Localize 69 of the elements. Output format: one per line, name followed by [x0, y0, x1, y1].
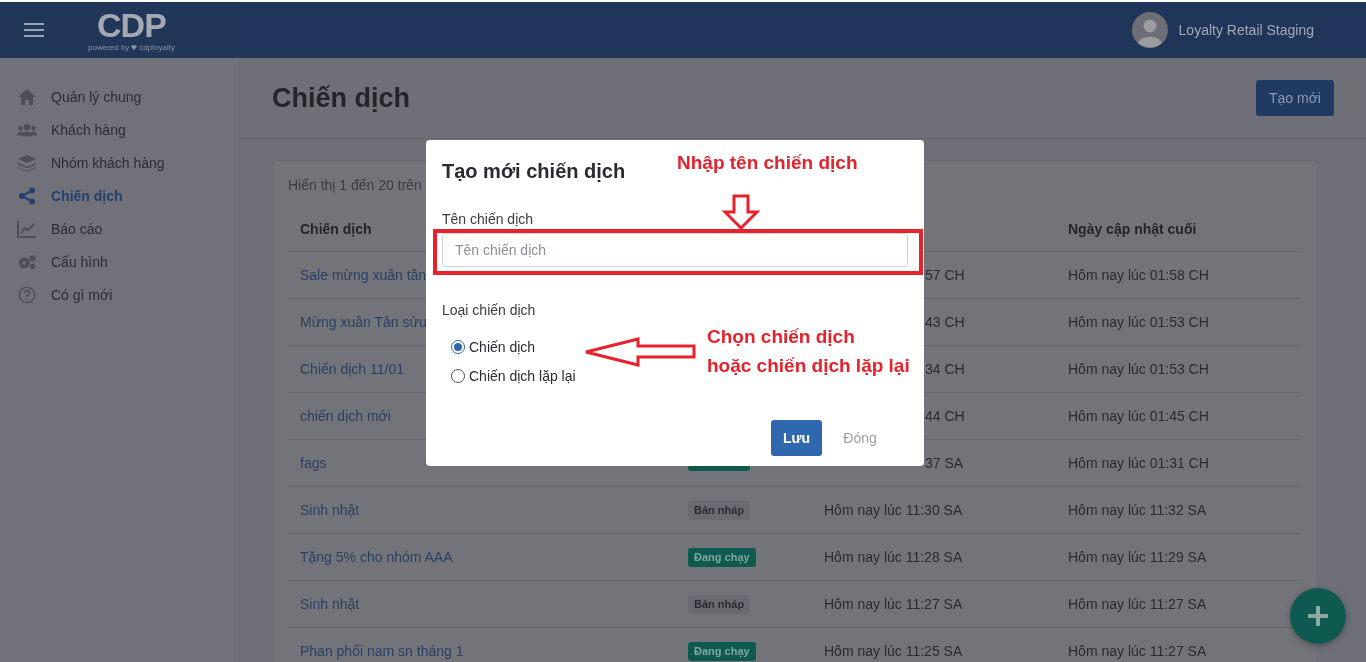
radio-option[interactable]: Chiến dịch lặp lại: [451, 361, 576, 390]
field-label: Tên chiến dịch: [442, 211, 534, 227]
table-cell: 34 CH: [925, 361, 965, 377]
campaign-link[interactable]: Sinh nhật: [300, 596, 360, 612]
annotation-text: Chọn chiến dịch: [707, 325, 856, 349]
user-name[interactable]: Loyalty Retail Staging: [1178, 22, 1314, 38]
campaign-link[interactable]: Mừng xuân Tân sửu: [300, 314, 427, 330]
table-cell: Hôm nay lúc 11:27 SA: [1068, 596, 1207, 612]
table-cell: 43 CH: [925, 314, 965, 330]
dialog-title: Tạo mới chiến dịch: [442, 160, 626, 183]
tagline-text: powered by: [88, 43, 130, 52]
table-summary: Hiển thị 1 đến 20 trên: [288, 177, 423, 193]
share-icon: [17, 186, 37, 205]
campaign-link[interactable]: chiến dịch mới: [300, 408, 391, 424]
create-button[interactable]: Tạo mới: [1256, 80, 1334, 116]
table-cell: 57 CH: [925, 267, 965, 283]
avatar-icon[interactable]: [1131, 12, 1168, 48]
sidebar-item[interactable]: Chiến dịch: [0, 179, 239, 212]
save-button[interactable]: Lưu: [771, 420, 822, 456]
campaign-link[interactable]: Chiến dịch 11/01: [300, 361, 405, 377]
gears-icon: [17, 252, 37, 271]
sidebar-item[interactable]: Cấu hình: [0, 245, 239, 278]
annotation-text: Nhập tên chiến dịch: [677, 152, 858, 174]
table-cell: Hôm nay lúc 01:31 CH: [1068, 455, 1209, 471]
table-cell: Hôm nay lúc 01:53 CH: [1068, 361, 1209, 377]
sidebar-item[interactable]: Báo cáo: [0, 212, 239, 245]
sidebar-item[interactable]: Khách hàng: [0, 113, 239, 146]
sidebar-item[interactable]: Quản lý chung: [0, 80, 239, 113]
table-cell: Hôm nay lúc 11:25 SA: [824, 643, 963, 659]
campaign-link[interactable]: Tặng 5% cho nhóm AAA: [300, 549, 453, 565]
table-cell: Hôm nay lúc 01:53 CH: [1068, 314, 1209, 330]
table-cell: Hôm nay lúc 11:28 SA: [824, 549, 963, 565]
table-cell: Hôm nay lúc 11:30 SA: [824, 502, 963, 518]
campaign-link[interactable]: fags: [300, 455, 327, 471]
campaign-link[interactable]: Sinh nhật: [300, 502, 360, 518]
sidebar-item[interactable]: Nhóm khách hàng: [0, 146, 239, 179]
heart-icon: [131, 45, 138, 50]
campaign-name-field[interactable]: Tên chiến dịch: [442, 233, 908, 267]
help-icon: [17, 285, 37, 304]
add-button[interactable]: [1290, 588, 1346, 644]
status-badge: Bản nháp: [688, 594, 751, 614]
close-button[interactable]: Đóng: [826, 420, 894, 456]
tagline-brand: cdployalty: [139, 43, 175, 52]
menu-icon[interactable]: [24, 22, 44, 38]
status-badge: Bản nháp: [688, 500, 751, 520]
campaign-link[interactable]: Phan phối nam sn tháng 1: [300, 643, 464, 659]
layers-icon: [17, 153, 37, 172]
campaign-link[interactable]: Sale mừng xuân tân: [300, 267, 427, 283]
table-cell: Hôm nay lúc 01:45 CH: [1068, 408, 1209, 424]
table-cell: Hôm nay lúc 11:27 SA: [824, 596, 963, 612]
table-cell: Hôm nay lúc 11:29 SA: [1068, 549, 1207, 565]
chart-icon: [17, 219, 37, 238]
status-badge: Đang chạy: [688, 641, 756, 661]
annotation-text: hoặc chiến dịch lặp lại: [707, 354, 910, 378]
plus-icon: [1308, 606, 1328, 626]
radio-option[interactable]: Chiến dịch: [451, 332, 536, 361]
logo: CDP: [97, 8, 166, 42]
table-cell: 37 SA: [925, 455, 964, 471]
home-icon: [17, 87, 37, 106]
table-cell: Hôm nay lúc 11:32 SA: [1068, 502, 1207, 518]
table-cell: Hôm nay lúc 01:58 CH: [1068, 267, 1209, 283]
table-cell: 44 CH: [925, 408, 965, 424]
column-header: Ngày cập nhật cuối: [1068, 221, 1197, 237]
column-header: Chiến dịch: [300, 221, 372, 237]
status-badge: Đang chạy: [688, 547, 756, 567]
field-label: Loại chiến dịch: [442, 302, 536, 318]
table-cell: Hôm nay lúc 11:27 SA: [1068, 643, 1207, 659]
sidebar-item[interactable]: Có gì mới: [0, 278, 239, 311]
page-title: Chiến dịch: [272, 82, 410, 114]
